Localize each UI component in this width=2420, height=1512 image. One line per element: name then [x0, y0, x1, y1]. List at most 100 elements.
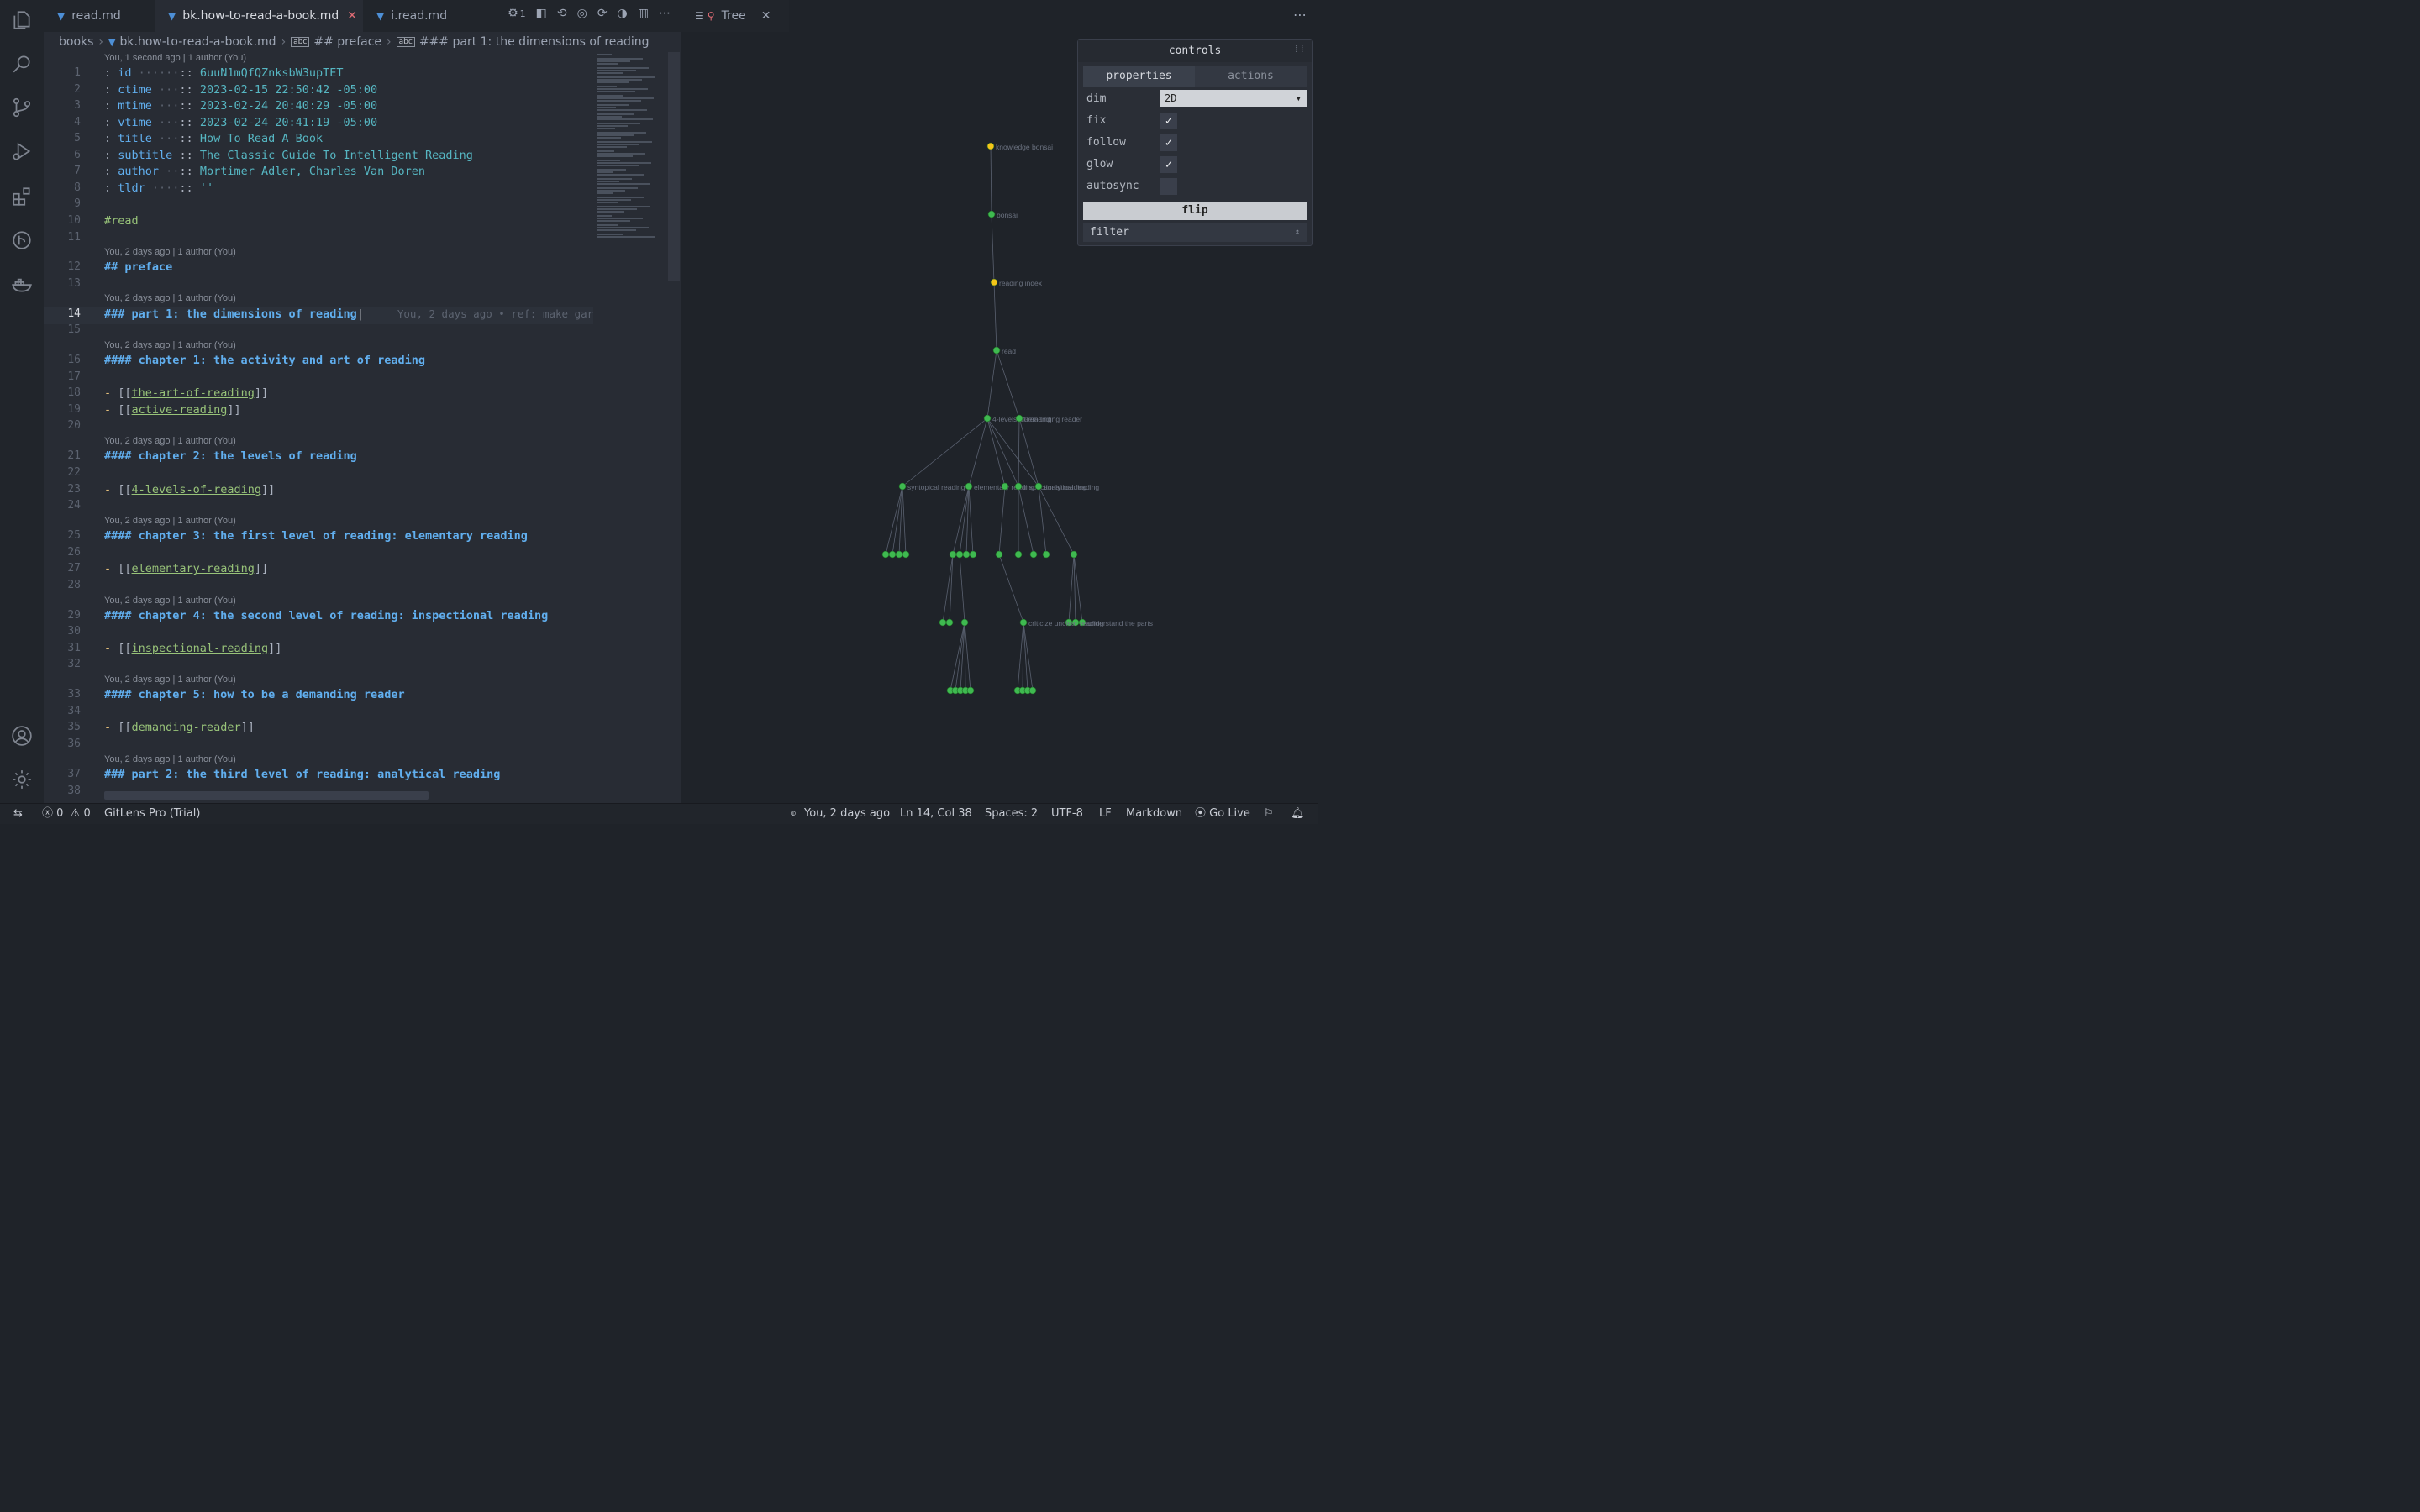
code-line[interactable]: 15: [44, 323, 590, 340]
graph-node[interactable]: [983, 414, 992, 423]
code-line[interactable]: 9: [44, 197, 590, 214]
run-debug-icon[interactable]: [10, 139, 34, 163]
graph-node[interactable]: [986, 142, 995, 150]
end-of-line[interactable]: LF: [1099, 804, 1112, 824]
more-actions-icon[interactable]: ⋯: [659, 7, 671, 20]
preview-icon[interactable]: ◧: [536, 7, 547, 20]
wiki-link[interactable]: the-art-of-reading: [132, 386, 255, 400]
code-line[interactable]: 33 #### chapter 5: how to be a demanding …: [44, 688, 590, 705]
wiki-link[interactable]: elementary-reading: [132, 562, 255, 575]
dim-select[interactable]: 2D ▾: [1160, 90, 1307, 107]
graph-node[interactable]: [1015, 414, 1023, 423]
code-line[interactable]: 31- [[inspectional-reading]]: [44, 642, 590, 659]
graph-node[interactable]: [898, 482, 907, 491]
code-line[interactable]: 8: tldr ····:: '': [44, 181, 590, 198]
code-line[interactable]: 10 #read: [44, 214, 590, 231]
graph-node[interactable]: [987, 210, 996, 218]
code-line[interactable]: 34: [44, 705, 590, 722]
wiki-link[interactable]: demanding-reader: [132, 721, 241, 734]
wiki-link[interactable]: inspectional-reading: [132, 642, 269, 655]
graph-node[interactable]: [1019, 618, 1028, 627]
blame-annotation[interactable]: You, 2 days ago | 1 author (You): [104, 516, 236, 529]
more-actions-icon[interactable]: ⋯: [1293, 7, 1307, 23]
autosync-checkbox[interactable]: [1160, 178, 1177, 195]
follow-checkbox[interactable]: ✓: [1160, 134, 1177, 151]
settings-gear-icon[interactable]: [10, 768, 34, 791]
graph-node[interactable]: [995, 550, 1003, 559]
graph-node[interactable]: [949, 550, 957, 559]
blame-annotation[interactable]: You, 2 days ago | 1 author (You): [104, 675, 236, 688]
graph-node[interactable]: [965, 482, 973, 491]
code-line[interactable]: 2: ctime ···:: 2023-02-15 22:50:42 -05:0…: [44, 83, 590, 100]
code-line[interactable]: 25 #### chapter 3: the first level of rea…: [44, 529, 590, 546]
tab-actions[interactable]: actions: [1195, 66, 1307, 87]
code-line[interactable]: 32: [44, 658, 590, 675]
code-line[interactable]: 6: subtitle :: The Classic Guide To Inte…: [44, 149, 590, 165]
docker-icon[interactable]: [10, 272, 34, 296]
code-line[interactable]: 22: [44, 466, 590, 483]
search-icon[interactable]: [10, 52, 34, 76]
breadcrumb-file[interactable]: bk.how-to-read-a-book.md: [120, 35, 276, 49]
encoding[interactable]: UTF-8: [1051, 804, 1083, 824]
commit-icon[interactable]: ◎: [577, 7, 587, 20]
language-mode[interactable]: Markdown: [1126, 804, 1182, 824]
code-line[interactable]: 13: [44, 277, 590, 294]
breadcrumb-folder[interactable]: books: [59, 35, 93, 49]
hashtag[interactable]: #read: [104, 214, 139, 228]
code-editor[interactable]: You, 1 second ago | 1 author (You) 1: id…: [44, 52, 681, 803]
code-line[interactable]: 36: [44, 738, 590, 754]
code-line[interactable]: 3: mtime ···:: 2023-02-24 20:40:29 -05:0…: [44, 99, 590, 116]
source-control-icon[interactable]: [10, 96, 34, 119]
filter-dropdown[interactable]: filter ⇕: [1083, 223, 1307, 242]
code-line[interactable]: 29 #### chapter 4: the second level of re…: [44, 609, 590, 626]
tab-properties[interactable]: properties: [1083, 66, 1195, 87]
gitlens-status[interactable]: GitLens Pro (Trial): [104, 804, 200, 824]
minimap[interactable]: [593, 52, 667, 803]
graph-node[interactable]: [939, 618, 947, 627]
code-line[interactable]: 37 ### part 2: the third level of reading…: [44, 768, 590, 785]
go-live-button[interactable]: ⦿ Go Live: [1195, 804, 1250, 824]
code-line[interactable]: 19- [[active-reading]]: [44, 403, 590, 420]
graph-node[interactable]: [1028, 686, 1037, 695]
blame-annotation[interactable]: You, 2 days ago | 1 author (You): [104, 340, 236, 354]
graph-node[interactable]: [1042, 550, 1050, 559]
code-line[interactable]: 18- [[the-art-of-reading]]: [44, 386, 590, 403]
graph-node[interactable]: [1001, 482, 1009, 491]
code-line[interactable]: 30: [44, 625, 590, 642]
code-line[interactable]: 11: [44, 231, 590, 248]
wiki-link[interactable]: 4-levels-of-reading: [132, 483, 261, 496]
blame-annotation[interactable]: You, 2 days ago | 1 author (You): [104, 293, 236, 307]
inline-blame[interactable]: You, 2 days ago • ref: make gar: [397, 307, 593, 320]
code-line[interactable]: 27- [[elementary-reading]]: [44, 562, 590, 579]
tab-i-read[interactable]: ▼ i.read.md: [363, 0, 472, 32]
blame-annotation[interactable]: You, 2 days ago | 1 author (You): [104, 754, 236, 768]
vertical-scrollbar[interactable]: [668, 52, 680, 281]
code-line[interactable]: 21 #### chapter 2: the levels of reading: [44, 449, 590, 466]
fix-checkbox[interactable]: ✓: [1160, 113, 1177, 129]
code-line[interactable]: 16 #### chapter 1: the activity and art o…: [44, 354, 590, 370]
gitlens-compare-icon[interactable]: ◑: [618, 7, 628, 20]
gear-icon[interactable]: ⚙ 1: [508, 7, 526, 20]
account-icon[interactable]: [10, 724, 34, 748]
graph-node[interactable]: [895, 550, 903, 559]
blame-annotation[interactable]: You, 2 days ago | 1 author (You): [104, 596, 236, 609]
drag-handle-icon[interactable]: ⁞⁞: [1294, 44, 1305, 55]
graph-node[interactable]: [1070, 550, 1078, 559]
tab-tree[interactable]: ☰ ⚲ Tree ✕: [681, 0, 789, 32]
code-line[interactable]: 12 ## preface: [44, 260, 590, 277]
graph-node[interactable]: [1034, 482, 1043, 491]
split-editor-icon[interactable]: ▥: [638, 7, 649, 20]
code-line[interactable]: 4: vtime ···:: 2023-02-24 20:41:19 -05:0…: [44, 116, 590, 133]
graph-node[interactable]: [960, 618, 969, 627]
graph-node[interactable]: [945, 618, 954, 627]
breadcrumb-subsection[interactable]: ### part 1: the dimensions of reading: [419, 35, 650, 49]
graph-node[interactable]: [992, 346, 1001, 354]
code-line[interactable]: 28: [44, 579, 590, 596]
code-line[interactable]: 24: [44, 499, 590, 516]
graph-node[interactable]: [1014, 482, 1023, 491]
code-line[interactable]: 17: [44, 370, 590, 387]
graph-node[interactable]: [966, 686, 975, 695]
graph-node[interactable]: [1014, 550, 1023, 559]
controls-title[interactable]: controls: [1078, 40, 1312, 62]
code-line[interactable]: 5: title ···:: How To Read A Book: [44, 132, 590, 149]
